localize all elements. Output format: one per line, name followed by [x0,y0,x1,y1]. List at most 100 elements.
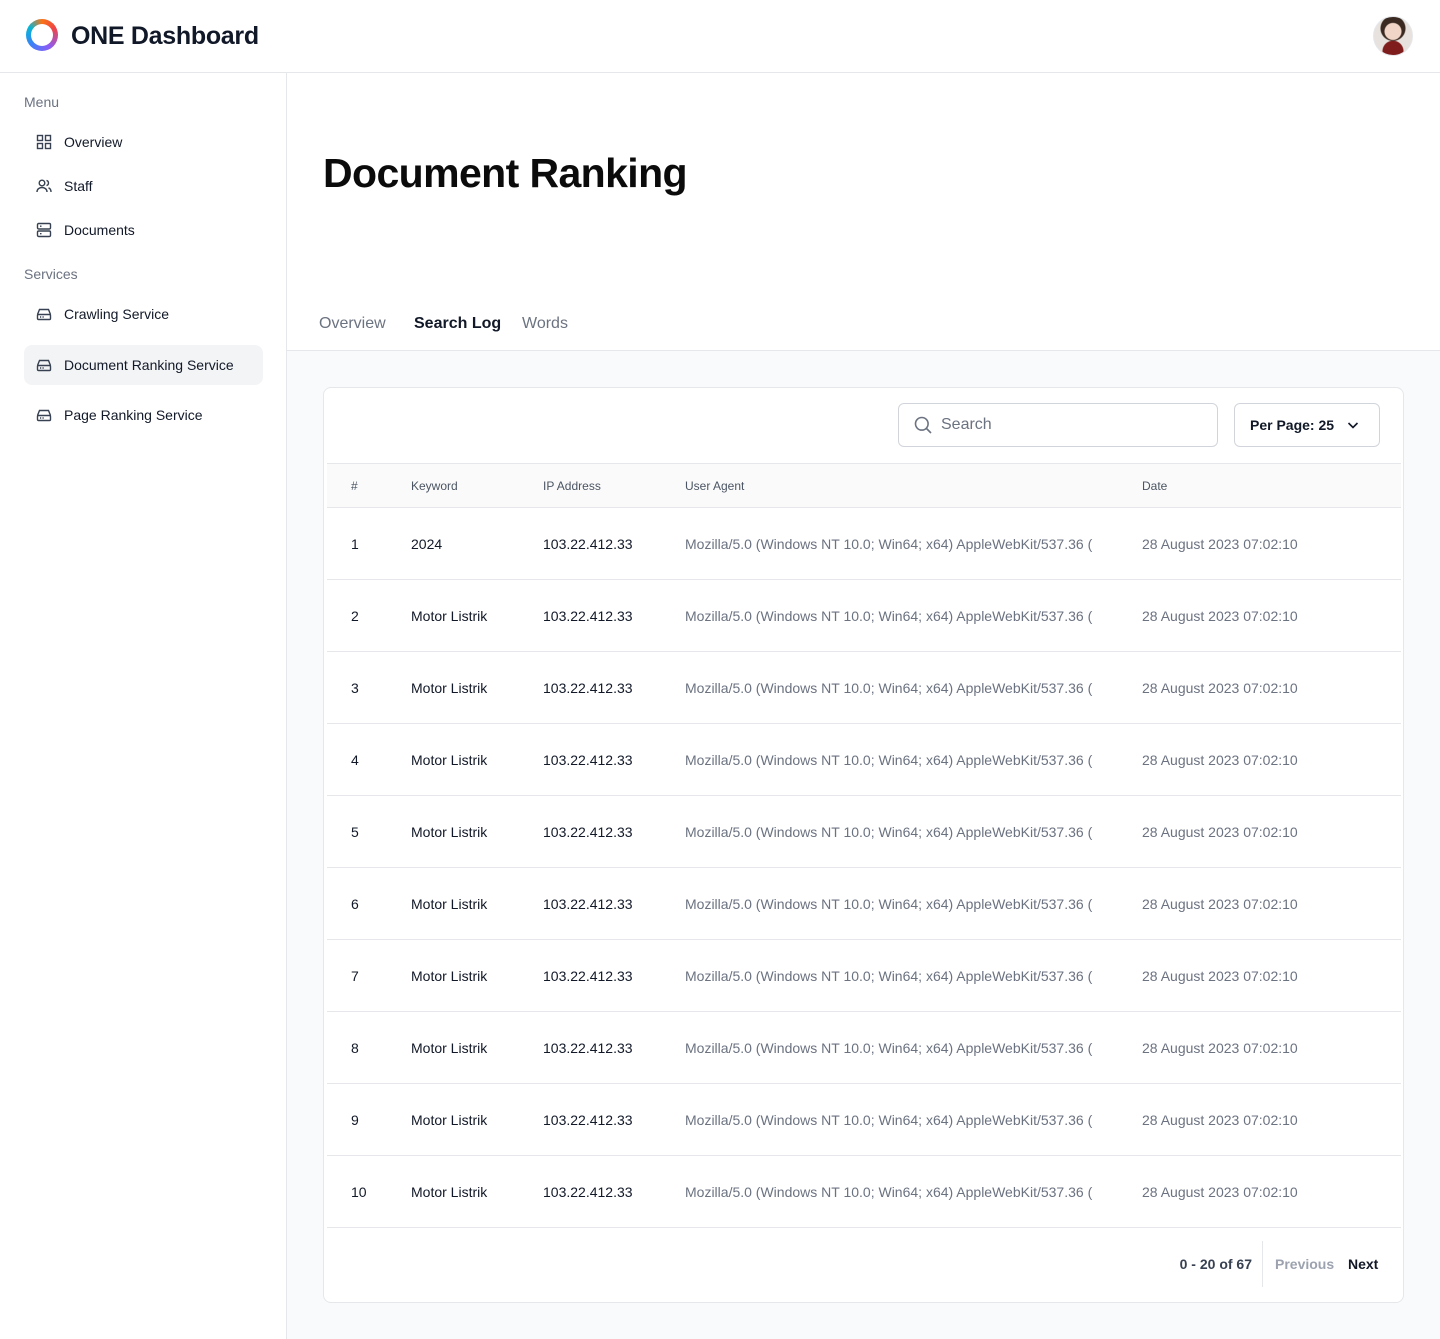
grid-icon [36,134,52,150]
cell-keyword: Motor Listrik [411,651,543,724]
tab-words[interactable]: Words [522,314,568,334]
previous-button[interactable]: Previous [1275,1256,1334,1272]
cell-keyword: Motor Listrik [411,579,543,652]
cell-number: 4 [327,723,411,796]
cell-ip-address: 103.22.412.33 [543,507,685,580]
sidebar-item-documents[interactable]: Documents [24,210,263,250]
cell-keyword: Motor Listrik [411,939,543,1012]
sidebar-item-label: Overview [64,134,123,150]
search-log-table: # Keyword IP Address User Agent Date 1 20… [327,463,1401,1228]
cell-ip-address: 103.22.412.33 [543,939,685,1012]
search-log-card: Per Page: 25 # Keyword IP Address User A… [323,387,1404,1303]
top-bar: ONE Dashboard [0,0,1440,73]
sidebar-item-label: Documents [64,222,135,238]
cell-ip-address: 103.22.412.33 [543,579,685,652]
sidebar-item-label: Page Ranking Service [64,407,203,423]
table-row[interactable]: 10 Motor Listrik 103.22.412.33 Mozilla/5.0 … [327,1155,1401,1228]
column-header-ip-address: IP Address [543,463,685,508]
sidebar-menu-heading: Menu [24,94,60,110]
cell-keyword: Motor Listrik [411,795,543,868]
cell-keyword: 2024 [411,507,543,580]
cell-user-agent: Mozilla/5.0 (Windows NT 10.0; Win64; x64… [685,1011,1142,1084]
column-header-number: # [327,463,411,508]
table-row[interactable]: 5 Motor Listrik 103.22.412.33 Mozilla/5.0 (… [327,795,1401,868]
table-row[interactable]: 3 Motor Listrik 103.22.412.33 Mozilla/5.0 (… [327,651,1401,724]
search-input[interactable] [941,416,1201,434]
table-row[interactable]: 9 Motor Listrik 103.22.412.33 Mozilla/5.0 (… [327,1083,1401,1156]
cell-user-agent: Mozilla/5.0 (Windows NT 10.0; Win64; x64… [685,579,1142,652]
tab-overview[interactable]: Overview [319,314,386,334]
page-title: Document Ranking [323,150,688,196]
cell-user-agent: Mozilla/5.0 (Windows NT 10.0; Win64; x64… [685,1083,1142,1156]
cell-ip-address: 103.22.412.33 [543,1155,685,1228]
hard-drive-icon [36,306,52,322]
sidebar-item-label: Document Ranking Service [64,357,234,373]
cell-user-agent: Mozilla/5.0 (Windows NT 10.0; Win64; x64… [685,723,1142,796]
per-page-select[interactable]: Per Page: 25 [1234,403,1380,447]
pagination-summary: 0 - 20 of 67 [1179,1256,1252,1272]
table-header-row: # Keyword IP Address User Agent Date [327,463,1401,508]
cell-number: 10 [327,1155,411,1228]
sidebar-item-label: Staff [64,178,93,194]
sidebar-item-label: Crawling Service [64,306,170,322]
cell-keyword: Motor Listrik [411,1011,543,1084]
search-icon [913,415,933,435]
cell-user-agent: Mozilla/5.0 (Windows NT 10.0; Win64; x64… [685,867,1142,940]
next-button[interactable]: Next [1348,1256,1378,1272]
cell-date: 28 August 2023 07:02:10 [1142,579,1401,652]
sidebar-item-staff[interactable]: Staff [24,166,263,206]
cell-number: 6 [327,867,411,940]
hard-drive-icon [36,407,52,423]
table-row[interactable]: 4 Motor Listrik 103.22.412.33 Mozilla/5.0 (… [327,723,1401,796]
pagination-divider [1262,1241,1263,1287]
cell-ip-address: 103.22.412.33 [543,867,685,940]
column-header-keyword: Keyword [411,463,543,508]
cell-user-agent: Mozilla/5.0 (Windows NT 10.0; Win64; x64… [685,939,1142,1012]
app-title: ONE Dashboard [71,22,259,50]
server-icon [36,222,52,238]
table-row[interactable]: 2 Motor Listrik 103.22.412.33 Mozilla/5.0 (… [327,579,1401,652]
sidebar-item-document-ranking-service[interactable]: Document Ranking Service [24,345,263,385]
cell-user-agent: Mozilla/5.0 (Windows NT 10.0; Win64; x64… [685,1155,1142,1228]
table-row[interactable]: 6 Motor Listrik 103.22.412.33 Mozilla/5.0 (… [327,867,1401,940]
column-header-date: Date [1142,463,1401,508]
sidebar-item-page-ranking-service[interactable]: Page Ranking Service [24,395,263,435]
pagination: 0 - 20 of 67 Previous Next [324,1229,1403,1302]
cell-number: 1 [327,507,411,580]
cell-number: 9 [327,1083,411,1156]
users-icon [36,178,52,194]
tab-bar: Overview Search Log Words [287,301,1440,351]
cell-date: 28 August 2023 07:02:10 [1142,939,1401,1012]
cell-number: 3 [327,651,411,724]
sidebar-item-overview[interactable]: Overview [24,122,263,162]
cell-keyword: Motor Listrik [411,1083,543,1156]
per-page-label: Per Page: 25 [1250,417,1335,433]
cell-date: 28 August 2023 07:02:10 [1142,1011,1401,1084]
tab-search-log[interactable]: Search Log [414,314,501,334]
cell-number: 7 [327,939,411,1012]
cell-number: 8 [327,1011,411,1084]
avatar[interactable] [1373,16,1413,56]
cell-date: 28 August 2023 07:02:10 [1142,1155,1401,1228]
sidebar-item-crawling-service[interactable]: Crawling Service [24,294,263,334]
table-row[interactable]: 7 Motor Listrik 103.22.412.33 Mozilla/5.0 (… [327,939,1401,1012]
cell-date: 28 August 2023 07:02:10 [1142,1083,1401,1156]
cell-date: 28 August 2023 07:02:10 [1142,651,1401,724]
table-row[interactable]: 1 2024 103.22.412.33 Mozilla/5.0 (Windows N… [327,507,1401,580]
main-content: Document Ranking Overview Search Log Wor… [287,73,1440,1339]
cell-user-agent: Mozilla/5.0 (Windows NT 10.0; Win64; x64… [685,795,1142,868]
cell-ip-address: 103.22.412.33 [543,1083,685,1156]
cell-number: 2 [327,579,411,652]
column-header-user-agent: User Agent [685,463,1142,508]
cell-ip-address: 103.22.412.33 [543,795,685,868]
sidebar-services-heading: Services [24,266,78,282]
table-body: 1 2024 103.22.412.33 Mozilla/5.0 (Windows N… [327,507,1401,1228]
cell-user-agent: Mozilla/5.0 (Windows NT 10.0; Win64; x64… [685,651,1142,724]
cell-date: 28 August 2023 07:02:10 [1142,723,1401,796]
cell-keyword: Motor Listrik [411,1155,543,1228]
sidebar: Menu Overview Staff Documents Services C… [0,73,287,1339]
cell-ip-address: 103.22.412.33 [543,651,685,724]
ring-logo-icon [26,19,58,51]
table-row[interactable]: 8 Motor Listrik 103.22.412.33 Mozilla/5.0 (… [327,1011,1401,1084]
cell-date: 28 August 2023 07:02:10 [1142,795,1401,868]
